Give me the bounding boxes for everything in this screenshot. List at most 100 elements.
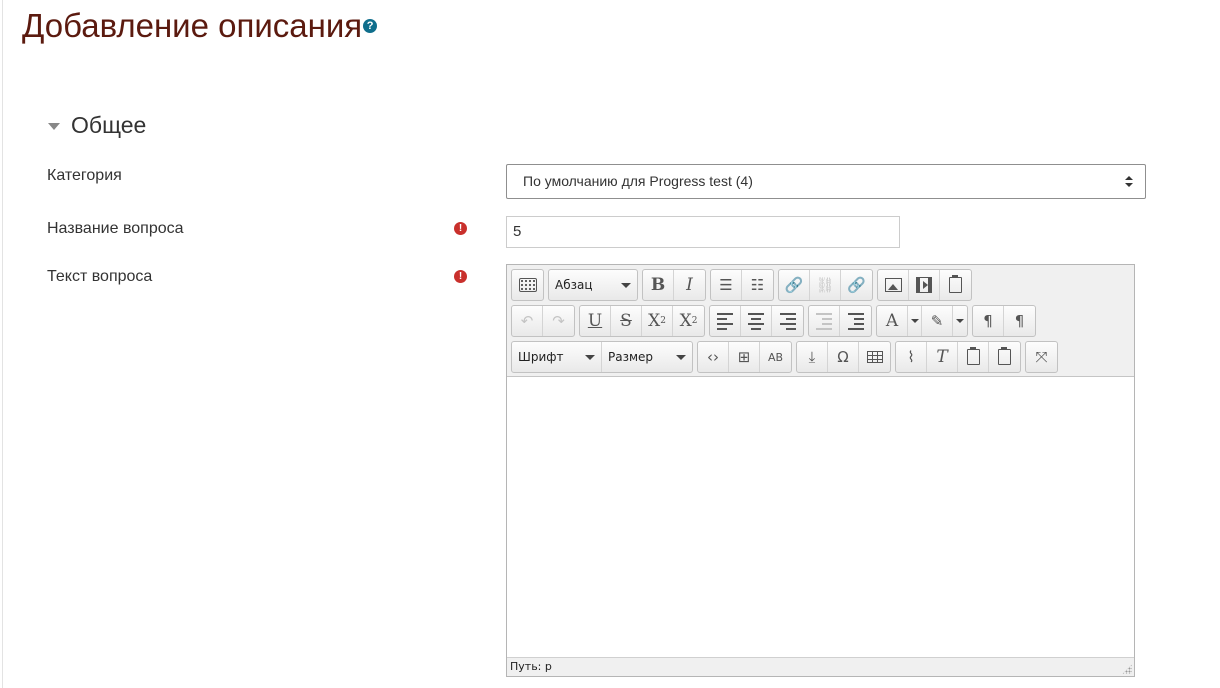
question-text-label: Текст вопроса [47, 268, 153, 285]
required-icon[interactable]: ! [454, 270, 467, 283]
font-family-select[interactable]: Шрифт [512, 342, 602, 372]
category-label: Категория [47, 167, 122, 184]
toolbar-group [877, 269, 972, 301]
replace-button[interactable]: AB [760, 342, 791, 372]
align-center-icon [748, 312, 764, 330]
ltr-icon: ¶ [983, 312, 993, 330]
toolbar-group: ⤧ [1025, 341, 1058, 373]
cleanup-button[interactable]: ⌇ [896, 342, 927, 372]
collapse-icon[interactable] [48, 122, 60, 130]
link-icon: 🔗 [784, 276, 804, 294]
align-center-button[interactable] [741, 306, 772, 336]
italic-button[interactable]: I [674, 270, 705, 300]
redo-button[interactable]: ↷ [543, 306, 574, 336]
background-color-icon: ✎ [930, 312, 944, 330]
superscript-button[interactable]: X2 [673, 306, 704, 336]
outdent-button[interactable] [809, 306, 840, 336]
toolbar-group: ⤓ Ω [796, 341, 891, 373]
subscript-button[interactable]: X2 [642, 306, 673, 336]
keyboard-icon [518, 278, 537, 292]
text-color-icon: A [885, 311, 899, 331]
category-select-value: По умолчанию для Progress test (4) [523, 173, 753, 189]
numbered-list-button[interactable]: ☷ [742, 270, 773, 300]
source-code-button[interactable]: ‹› [698, 342, 729, 372]
text-color-dropdown[interactable] [908, 306, 922, 336]
paste-text-button[interactable] [958, 342, 989, 372]
indent-button[interactable] [840, 306, 871, 336]
ltr-button[interactable]: ¶ [973, 306, 1004, 336]
category-select[interactable]: По умолчанию для Progress test (4) [506, 164, 1146, 199]
background-color-button[interactable]: ✎ [922, 306, 953, 336]
insert-media-button[interactable] [909, 270, 940, 300]
underline-button[interactable]: U [580, 306, 611, 336]
chevron-down-icon [910, 319, 919, 323]
find-replace-icon: AB [767, 350, 784, 364]
toolbar-group: ⌇ T [895, 341, 1021, 373]
section-header-general[interactable]: Общее [48, 111, 146, 139]
image-icon [884, 278, 902, 292]
format-select[interactable]: Абзац [549, 270, 637, 300]
align-left-button[interactable] [710, 306, 741, 336]
element-path: Путь: p [510, 660, 552, 673]
anchor-icon: 🔗 [847, 276, 866, 294]
bold-button[interactable]: B [643, 270, 674, 300]
special-character-button[interactable]: Ω [828, 342, 859, 372]
toolbar-group [709, 305, 804, 337]
insert-image-button[interactable] [878, 270, 909, 300]
undo-button[interactable]: ↶ [512, 306, 543, 336]
paste-word-button[interactable] [989, 342, 1020, 372]
question-name-label: Название вопроса [47, 220, 184, 237]
chevron-down-icon [621, 282, 631, 288]
required-icon[interactable]: ! [454, 222, 467, 235]
bullet-list-button[interactable]: ☰ [711, 270, 742, 300]
help-icon[interactable]: ? [363, 19, 378, 34]
editor-content-area[interactable] [507, 378, 1134, 658]
outdent-icon [816, 312, 832, 330]
toolbar-group: ¶ ¶ [972, 305, 1036, 337]
rtl-icon: ¶ [1014, 312, 1025, 330]
text-color-button[interactable]: A [877, 306, 908, 336]
strikethrough-button[interactable]: S [611, 306, 642, 336]
remove-format-button[interactable]: T [927, 342, 958, 372]
editor-toolbar: Абзац B I ☰ ☷ 🔗 ⛓ 🔗 ↶ ↷ U S X 2 X 2 A ✎ … [507, 265, 1134, 377]
toolbar-row-3: Шрифт Размер ‹› ⊞ AB ⤓ Ω ⌇ T ⤧ [511, 341, 1062, 373]
toolbar-group: B I [642, 269, 706, 301]
omega-icon: Ω [837, 348, 849, 366]
align-right-icon [779, 312, 796, 330]
binoculars-icon: ⊞ [737, 348, 751, 366]
toolbar-group: Абзац [548, 269, 638, 301]
link-button[interactable]: 🔗 [779, 270, 810, 300]
rtl-button[interactable]: ¶ [1004, 306, 1035, 336]
background-color-dropdown[interactable] [953, 306, 967, 336]
numbered-list-icon: ☷ [750, 276, 765, 294]
toolbar-group [511, 269, 544, 301]
question-name-input[interactable]: 5 [506, 216, 900, 248]
toolbar-group: 🔗 ⛓ 🔗 [778, 269, 873, 301]
fullscreen-button[interactable]: ⤧ [1026, 342, 1057, 372]
toggle-toolbar-button[interactable] [512, 270, 543, 300]
manage-files-button[interactable] [940, 270, 971, 300]
files-icon [949, 275, 962, 293]
font-size-select-label: Размер [608, 350, 654, 364]
anchor-button[interactable]: 🔗 [841, 270, 872, 300]
toolbar-row-1: Абзац B I ☰ ☷ 🔗 ⛓ 🔗 [511, 269, 976, 301]
insert-item-button[interactable]: ⤓ [797, 342, 828, 372]
font-family-select-label: Шрифт [518, 350, 564, 364]
page-title-text: Добавление описания [22, 7, 363, 44]
table-icon [866, 351, 883, 363]
insert-icon: ⤓ [808, 348, 816, 366]
align-right-button[interactable] [772, 306, 803, 336]
font-size-select[interactable]: Размер [602, 342, 692, 372]
redo-icon: ↷ [552, 312, 565, 330]
unlink-button[interactable]: ⛓ [810, 270, 841, 300]
toolbar-group [808, 305, 872, 337]
section-title: Общее [71, 112, 147, 138]
find-button[interactable]: ⊞ [729, 342, 760, 372]
toolbar-group: ☰ ☷ [710, 269, 774, 301]
resize-handle-icon[interactable] [1122, 664, 1132, 674]
format-select-label: Абзац [555, 278, 593, 292]
paste-word-icon [998, 347, 1011, 365]
paste-text-icon [966, 347, 980, 365]
bullet-list-icon: ☰ [719, 276, 733, 294]
table-button[interactable] [859, 342, 890, 372]
